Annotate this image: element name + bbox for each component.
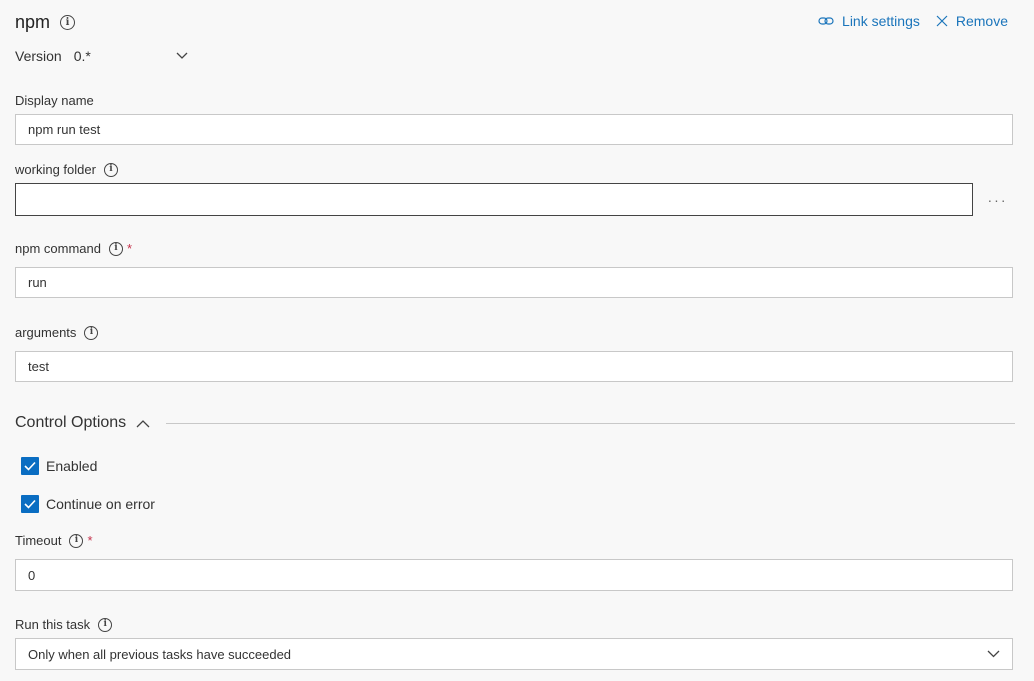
check-icon[interactable] [21,457,39,475]
run-this-task-value: Only when all previous tasks have succee… [28,646,292,662]
remove-button[interactable]: Remove [936,13,1008,29]
info-icon[interactable]: i [98,617,113,632]
run-this-task-label: Run this task i [15,617,113,632]
info-icon[interactable]: i [69,533,84,548]
info-icon[interactable]: i [84,325,99,340]
chevron-down-icon[interactable] [987,650,1000,658]
required-marker: * [126,241,133,256]
control-options-section: Control Options [15,414,1015,432]
link-settings-button[interactable]: Link settings [818,13,920,29]
link-settings-label: Link settings [842,13,920,29]
close-icon [936,15,948,27]
info-icon[interactable]: i [60,15,76,30]
section-divider [166,422,1015,424]
arguments-label: arguments i [15,325,99,340]
chevron-up-icon[interactable] [136,419,150,428]
check-icon[interactable] [21,495,39,513]
control-options-title: Control Options [15,414,127,431]
continue-on-error-checkbox[interactable]: Continue on error [21,495,155,513]
run-this-task-label-text: Run this task [15,617,91,632]
display-name-input[interactable] [15,114,1013,145]
remove-label: Remove [955,13,1008,29]
arguments-label-text: arguments [15,325,77,340]
chevron-down-icon[interactable] [176,52,188,60]
timeout-label: Timeout i * [15,533,93,548]
run-this-task-select[interactable]: Only when all previous tasks have succee… [15,638,1013,670]
version-label: Version [15,48,62,64]
working-folder-input[interactable] [15,183,973,216]
task-header: npm i [15,12,76,33]
header-actions: Link settings Remove [818,13,1008,29]
arguments-input[interactable] [15,351,1013,382]
version-value: 0.* [73,48,91,64]
working-folder-label: working folder i [15,162,118,177]
continue-on-error-label: Continue on error [46,496,155,512]
link-icon [818,17,834,25]
timeout-input[interactable] [15,559,1013,591]
enabled-checkbox[interactable]: Enabled [21,457,97,475]
enabled-label: Enabled [46,458,98,474]
npm-command-label-text: npm command [15,241,101,256]
info-icon[interactable]: i [103,162,118,177]
display-name-label-text: Display name [15,93,94,108]
page-title: npm [15,12,51,32]
timeout-label-text: Timeout [15,533,62,548]
npm-command-label: npm command i * [15,241,132,256]
display-name-label: Display name [15,93,94,108]
browse-button[interactable]: ··· [981,183,1014,216]
required-marker: * [87,533,93,548]
version-selector[interactable]: Version 0.* [15,48,188,64]
npm-command-input[interactable] [15,267,1013,298]
info-icon[interactable]: i [108,241,123,256]
working-folder-label-text: working folder [15,162,96,177]
